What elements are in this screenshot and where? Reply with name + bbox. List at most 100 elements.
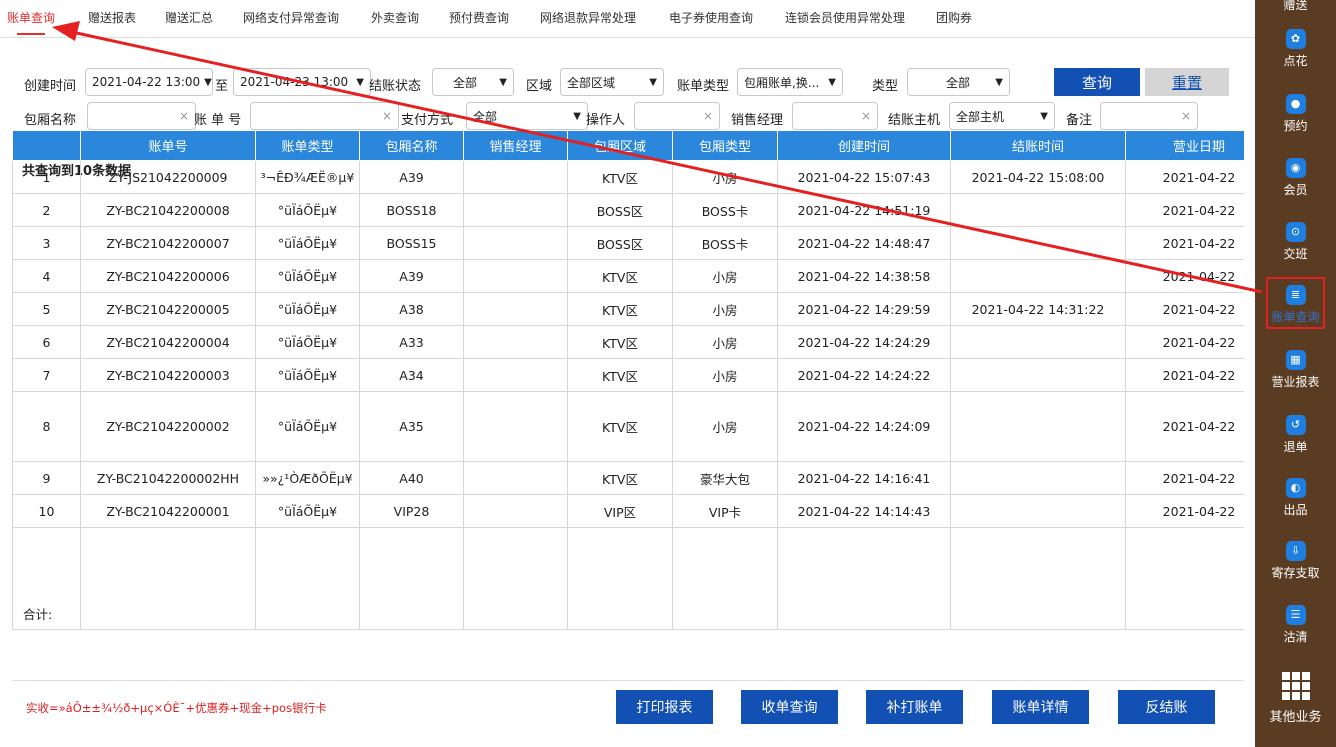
table-cell: A40 xyxy=(359,461,464,495)
col-header[interactable]: 包厢区域 xyxy=(567,130,673,161)
settle-status-select[interactable]: 全部 ▼ xyxy=(432,68,514,96)
pay-method-select[interactable]: 全部 ▼ xyxy=(466,102,588,130)
sidebar-item-reserve[interactable]: ● 预约 xyxy=(1255,94,1336,134)
room-name-label: 包厢名称 xyxy=(24,113,77,128)
sidebar-item-label: 交班 xyxy=(1283,247,1308,261)
tab-online-refund[interactable]: 网络退款异常处理 xyxy=(540,9,636,26)
table-row[interactable]: 3 ZY-BC21042200007 °üÏáÕËµ¥ BOSS15 BOSS区 BOSS… xyxy=(12,226,1244,260)
col-header[interactable]: 结账时间 xyxy=(950,130,1126,161)
sidebar-item-storage[interactable]: ⇩ 寄存支取 xyxy=(1255,541,1336,581)
query-button[interactable]: 查询 xyxy=(1054,68,1140,96)
tab-e-coupon[interactable]: 电子券使用查询 xyxy=(669,9,753,26)
sidebar-item-other[interactable]: 其他业务 xyxy=(1255,672,1336,725)
sidebar-item-serve[interactable]: ◐ 出品 xyxy=(1255,478,1336,518)
tab-prepaid[interactable]: 预付费查询 xyxy=(449,9,509,26)
table-row[interactable]: 9 ZY-BC21042200002HH »»¿¹ÒÆðÕËµ¥ A40 KTV区 豪华大… xyxy=(12,461,1244,495)
sidebar-item-flower[interactable]: ✿ 点花 xyxy=(1255,29,1336,69)
table-cell: °üÏáÕËµ¥ xyxy=(255,292,360,326)
table-cell: KTV区 xyxy=(567,391,673,462)
clear-icon[interactable]: × xyxy=(382,109,392,123)
serve-icon: ◐ xyxy=(1285,478,1306,498)
reset-button[interactable]: 重置 xyxy=(1145,68,1229,96)
table-row[interactable]: 10 ZY-BC21042200001 °üÏáÕËµ¥ VIP28 VIP区 VIP卡 2… xyxy=(12,494,1244,528)
table-cell: 2021-04-22 15:08:00 xyxy=(950,160,1126,194)
table-cell: VIP区 xyxy=(567,494,673,528)
sidebar-item-shift[interactable]: ⊙ 交班 xyxy=(1255,222,1336,262)
col-header[interactable]: 包厢名称 xyxy=(359,130,464,161)
col-header xyxy=(12,130,81,161)
sales-manager-label: 销售经理 xyxy=(731,113,784,128)
total-cell xyxy=(255,597,360,630)
bill-type-select[interactable]: 包厢账单,换... ▼ xyxy=(737,68,843,96)
table-cell: BOSS区 xyxy=(567,193,673,227)
clear-icon[interactable]: × xyxy=(703,109,713,123)
pay-method-label: 支付方式 xyxy=(401,113,454,128)
type-select[interactable]: 全部 ▼ xyxy=(907,68,1010,96)
tab-takeout[interactable]: 外卖查询 xyxy=(371,9,419,26)
tab-group-coupon[interactable]: 团购券 xyxy=(936,9,972,26)
area-select[interactable]: 全部区域 ▼ xyxy=(560,68,664,96)
clear-icon[interactable]: × xyxy=(861,109,871,123)
table-cell: °üÏáÕËµ¥ xyxy=(255,391,360,462)
host-select[interactable]: 全部主机 ▼ xyxy=(949,102,1055,130)
col-header[interactable]: 包厢类型 xyxy=(672,130,778,161)
chevron-down-icon: ▼ xyxy=(204,76,212,88)
total-cell xyxy=(359,597,464,630)
clear-icon[interactable]: × xyxy=(179,109,189,123)
col-header[interactable]: 账单类型 xyxy=(255,130,360,161)
col-header[interactable]: 账单号 xyxy=(80,130,256,161)
table-row[interactable]: 7 ZY-BC21042200003 °üÏáÕËµ¥ A34 KTV区 小房 2021-0… xyxy=(12,358,1244,392)
tab-bill-query[interactable]: 账单查询 xyxy=(7,9,55,35)
sidebar-item-business-report[interactable]: ▦ 营业报表 xyxy=(1255,350,1336,390)
sidebar-item-soldout[interactable]: ☰ 沽清 xyxy=(1255,605,1336,645)
table-cell xyxy=(950,325,1126,359)
reprint-bill-button[interactable]: 补打账单 xyxy=(866,690,963,724)
col-header[interactable]: 创建时间 xyxy=(777,130,951,161)
report-icon: ▦ xyxy=(1285,350,1306,370)
table-row[interactable]: 4 ZY-BC21042200006 °üÏáÕËµ¥ A39 KTV区 小房 2021-0… xyxy=(12,259,1244,293)
tab-gift-summary[interactable]: 赠送汇总 xyxy=(165,9,213,26)
table-row[interactable]: 6 ZY-BC21042200004 °üÏáÕËµ¥ A33 KTV区 小房 2021-0… xyxy=(12,325,1244,359)
table-cell: A38 xyxy=(359,292,464,326)
start-time-select[interactable]: 2021-04-22 13:00 ▼ xyxy=(85,68,213,96)
bill-table-container[interactable]: 账单号 账单类型 包厢名称 销售经理 包厢区域 包厢类型 创建时间 结账时间 营… xyxy=(12,130,1244,690)
table-cell: 2021-04-22 xyxy=(1125,226,1244,260)
table-cell: BOSS卡 xyxy=(672,226,778,260)
note-input[interactable]: × xyxy=(1100,102,1198,130)
table-row[interactable]: 8 ZY-BC21042200002 °üÏáÕËµ¥ A35 KTV区 小房 2021-0… xyxy=(12,391,1244,462)
tab-online-pay-exception[interactable]: 网络支付异常查询 xyxy=(243,9,339,26)
table-row[interactable]: 5 ZY-BC21042200005 °üÏáÕËµ¥ A38 KTV区 小房 2021-0… xyxy=(12,292,1244,326)
bill-no-input[interactable]: × xyxy=(250,102,399,130)
table-cell: °üÏáÕËµ¥ xyxy=(255,325,360,359)
room-name-input[interactable]: × xyxy=(87,102,196,130)
end-time-select[interactable]: 2021-04-23 13:00 ▼ xyxy=(233,68,371,96)
table-cell: 2021-04-22 15:07:43 xyxy=(777,160,951,194)
received-formula: 实收=»áÔ±±¾½ð+µç×ÓÈ¯+优惠券+现金+pos银行卡 xyxy=(26,701,327,715)
table-cell: A35 xyxy=(359,391,464,462)
clear-icon[interactable]: × xyxy=(1181,109,1191,123)
table-cell xyxy=(1125,527,1244,598)
sidebar-item-gift[interactable]: 赠送 xyxy=(1255,0,1336,13)
reverse-settle-button[interactable]: 反结账 xyxy=(1118,690,1215,724)
print-report-button[interactable]: 打印报表 xyxy=(616,690,713,724)
filter-row-1: 创建时间 2021-04-22 13:00 ▼ 至 2021-04-23 13:0… xyxy=(12,68,1244,98)
filter-row-2: 包厢名称 × 账 单 号 × 支付方式 全部 ▼ 操作人 × 销售经理 × 结账主… xyxy=(12,102,1244,132)
sidebar-item-member[interactable]: ◉ 会员 xyxy=(1255,158,1336,198)
tab-gift-report[interactable]: 赠送报表 xyxy=(88,9,136,26)
col-header[interactable]: 营业日期 xyxy=(1125,130,1244,161)
table-row[interactable]: 2 ZY-BC21042200008 °üÏáÕËµ¥ BOSS18 BOSS区 BOSS… xyxy=(12,193,1244,227)
chevron-down-icon: ▼ xyxy=(1040,110,1048,122)
bill-detail-button[interactable]: 账单详情 xyxy=(992,690,1089,724)
refund-icon: ↺ xyxy=(1285,415,1306,435)
sidebar-item-refund[interactable]: ↺ 退单 xyxy=(1255,415,1336,455)
tab-chain-member[interactable]: 连锁会员使用异常处理 xyxy=(785,9,905,26)
sidebar-item-label: 沽清 xyxy=(1283,630,1308,644)
operator-input[interactable]: × xyxy=(634,102,720,130)
table-cell xyxy=(950,494,1126,528)
sidebar-item-bill-query[interactable]: ≣ 账单查询 xyxy=(1266,277,1325,329)
table-row[interactable]: 1 ZY-JS21042200009 ³¬ÊÐ¾ÆË®µ¥ A39 KTV区 小房 2021… xyxy=(12,160,1244,194)
col-header[interactable]: 销售经理 xyxy=(463,130,568,161)
sales-manager-input[interactable]: × xyxy=(792,102,878,130)
sidebar-item-label: 其他业务 xyxy=(1269,710,1322,725)
receipt-query-button[interactable]: 收单查询 xyxy=(741,690,838,724)
